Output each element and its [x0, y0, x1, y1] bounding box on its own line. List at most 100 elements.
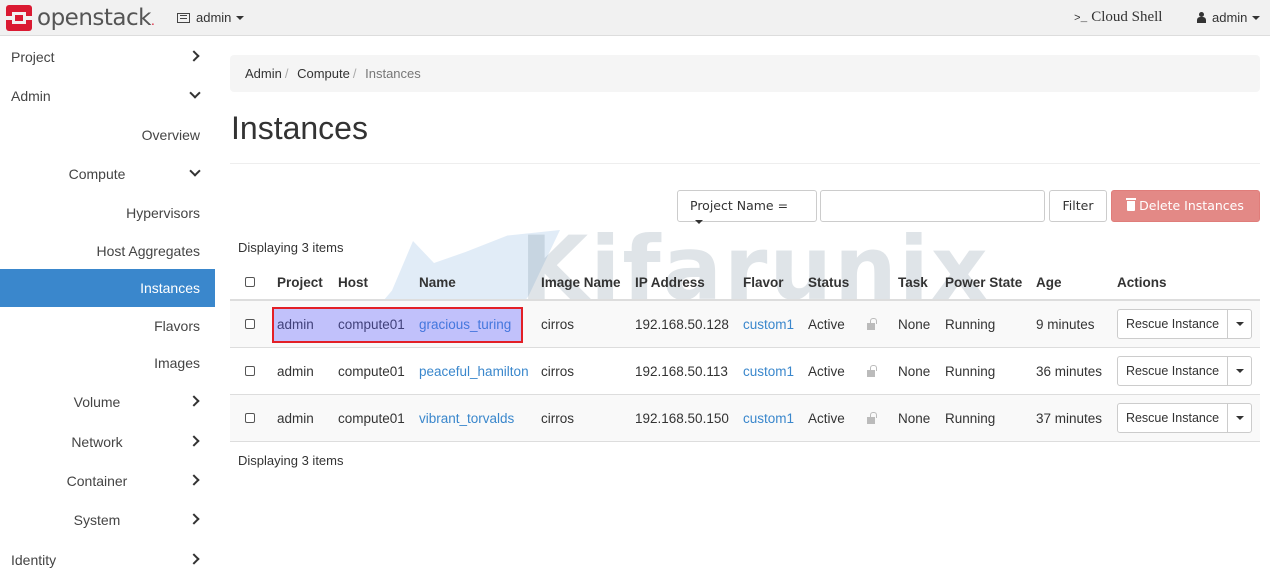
- flavor-link[interactable]: custom1: [743, 395, 794, 441]
- breadcrumb-separator: /: [352, 66, 357, 81]
- breadcrumb-admin[interactable]: Admin: [245, 66, 282, 81]
- column-header-host[interactable]: Host: [338, 265, 368, 299]
- cell-project: admin: [277, 410, 314, 426]
- rescue-instance-button[interactable]: Rescue Instance: [1118, 310, 1228, 338]
- user-menu[interactable]: admin: [1197, 10, 1261, 25]
- instances-table: Project Host Name Image Name IP Address …: [230, 265, 1260, 442]
- sidebar-item-container[interactable]: Container: [0, 462, 215, 500]
- chevron-right-icon: [190, 475, 199, 484]
- row-checkbox[interactable]: [245, 413, 255, 423]
- column-header-actions: Actions: [1117, 274, 1167, 290]
- instance-name-link[interactable]: peaceful_hamilton: [419, 348, 529, 394]
- brand-name: openstack.: [37, 5, 155, 31]
- sidebar-item-system[interactable]: System: [0, 501, 215, 539]
- more-actions-toggle[interactable]: [1228, 310, 1251, 338]
- column-header-project[interactable]: Project: [277, 265, 323, 299]
- caret-down-icon: [1252, 15, 1261, 20]
- chevron-down-icon: [190, 90, 199, 99]
- sidebar-item-compute[interactable]: Compute: [0, 155, 215, 193]
- project-switcher[interactable]: admin: [177, 10, 245, 25]
- cell-power-state: Running: [945, 410, 996, 426]
- caret-down-icon: [236, 15, 245, 20]
- breadcrumb: Admin / Compute / Instances: [230, 55, 1260, 92]
- breadcrumb-compute[interactable]: Compute: [297, 66, 350, 81]
- cell-project: admin: [277, 363, 314, 379]
- user-icon: [1197, 12, 1206, 23]
- row-actions: Rescue Instance: [1117, 356, 1252, 386]
- caret-down-icon: [1235, 322, 1244, 326]
- table-row: admin compute01 peaceful_hamilton cirros…: [230, 348, 1260, 395]
- select-all-checkbox[interactable]: [245, 277, 255, 287]
- column-header-age[interactable]: Age: [1036, 265, 1062, 299]
- top-navbar: openstack. admin >_ Cloud Shell admin: [0, 0, 1270, 36]
- cell-ip-address: 192.168.50.150: [635, 410, 729, 426]
- column-header-flavor[interactable]: Flavor: [743, 265, 784, 299]
- cloud-shell-label: Cloud Shell: [1091, 9, 1163, 25]
- cell-image-name: cirros: [541, 410, 574, 426]
- cell-age: 37 minutes: [1036, 410, 1103, 426]
- caret-down-icon: [1235, 369, 1244, 373]
- terminal-icon: >_: [1074, 13, 1088, 25]
- chevron-right-icon: [190, 396, 199, 405]
- cell-image-name: cirros: [541, 316, 574, 332]
- row-checkbox[interactable]: [245, 366, 255, 376]
- flavor-link[interactable]: custom1: [743, 348, 794, 394]
- sidebar-item-images[interactable]: Images: [0, 344, 215, 382]
- chevron-down-icon: [190, 168, 199, 177]
- cell-host: compute01: [338, 316, 405, 332]
- cell-age: 9 minutes: [1036, 316, 1095, 332]
- column-header-ip-address[interactable]: IP Address: [635, 265, 705, 299]
- sidebar-item-project[interactable]: Project: [0, 38, 215, 76]
- breadcrumb-separator: /: [284, 66, 289, 81]
- title-divider: [230, 163, 1260, 164]
- project-switcher-label: admin: [196, 10, 232, 25]
- instance-name-link[interactable]: gracious_turing: [419, 301, 511, 347]
- project-list-icon: [177, 12, 190, 23]
- chevron-right-icon: [190, 514, 199, 523]
- cell-status: Active: [808, 410, 845, 426]
- sidebar-item-network[interactable]: Network: [0, 423, 215, 461]
- delete-instances-button[interactable]: Delete Instances: [1111, 190, 1260, 222]
- sidebar-item-volume[interactable]: Volume: [0, 383, 215, 421]
- rescue-instance-button[interactable]: Rescue Instance: [1118, 357, 1228, 385]
- sidebar-item-flavors[interactable]: Flavors: [0, 307, 215, 345]
- filter-button[interactable]: Filter: [1049, 190, 1107, 222]
- sidebar-item-admin[interactable]: Admin: [0, 77, 215, 115]
- cell-age: 36 minutes: [1036, 363, 1103, 379]
- rescue-instance-button[interactable]: Rescue Instance: [1118, 404, 1228, 432]
- user-menu-label: admin: [1212, 10, 1248, 25]
- row-actions: Rescue Instance: [1117, 309, 1252, 339]
- breadcrumb-current: Instances: [365, 66, 421, 81]
- openstack-logo[interactable]: openstack.: [6, 5, 155, 31]
- row-checkbox[interactable]: [245, 319, 255, 329]
- filter-field-select[interactable]: Project Name =: [677, 190, 817, 224]
- cell-project: admin: [277, 316, 314, 332]
- cloud-shell-button[interactable]: >_ Cloud Shell: [1074, 9, 1162, 26]
- cell-ip-address: 192.168.50.113: [635, 363, 728, 379]
- caret-down-icon: [695, 219, 703, 224]
- sidebar-item-host-aggregates[interactable]: Host Aggregates: [0, 232, 215, 270]
- cell-image-name: cirros: [541, 363, 574, 379]
- cell-host: compute01: [338, 363, 405, 379]
- sidebar-item-overview[interactable]: Overview: [0, 116, 215, 154]
- sidebar-item-instances[interactable]: Instances: [0, 269, 215, 307]
- more-actions-toggle[interactable]: [1228, 404, 1251, 432]
- column-header-task[interactable]: Task: [898, 265, 928, 299]
- unlock-icon: [867, 364, 877, 377]
- instance-name-link[interactable]: vibrant_torvalds: [419, 395, 514, 441]
- filter-input[interactable]: [820, 190, 1045, 222]
- table-row: admin compute01 vibrant_torvalds cirros …: [230, 395, 1260, 442]
- trash-icon: [1126, 198, 1137, 211]
- more-actions-toggle[interactable]: [1228, 357, 1251, 385]
- page-title: Instances: [231, 110, 368, 146]
- sidebar-item-identity[interactable]: Identity: [0, 541, 215, 572]
- sidebar-item-hypervisors[interactable]: Hypervisors: [0, 194, 215, 232]
- column-header-power-state[interactable]: Power State: [945, 265, 1022, 299]
- chevron-right-icon: [190, 436, 199, 445]
- column-header-name[interactable]: Name: [419, 265, 456, 299]
- display-count-top: Displaying 3 items: [238, 240, 344, 255]
- cell-status: Active: [808, 316, 845, 332]
- flavor-link[interactable]: custom1: [743, 301, 794, 347]
- column-header-image-name[interactable]: Image Name: [541, 265, 621, 299]
- column-header-status[interactable]: Status: [808, 265, 849, 299]
